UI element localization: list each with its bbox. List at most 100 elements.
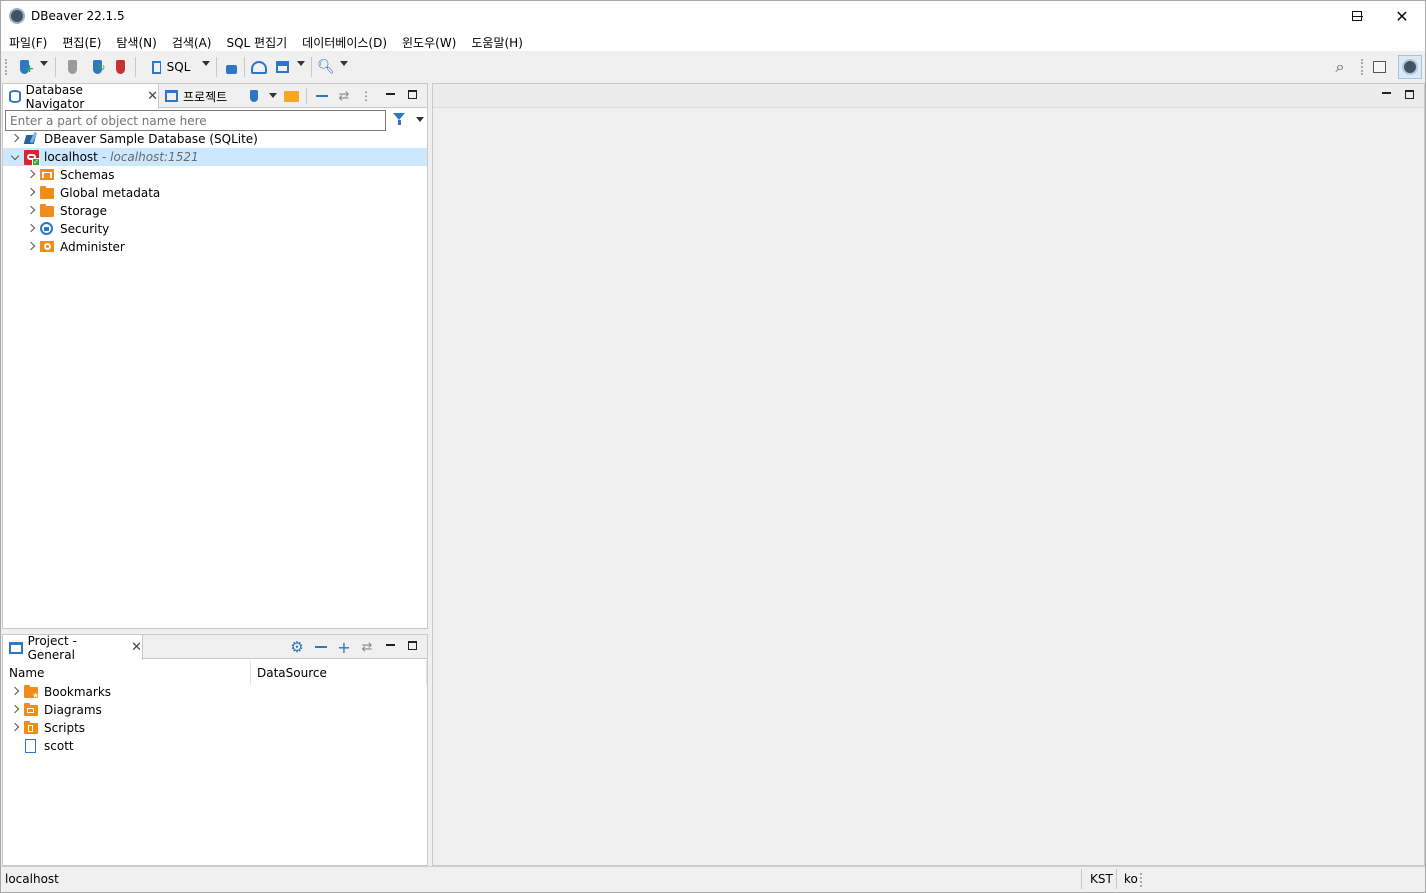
menu-bar: 파일(F) 편집(E) 탐색(N) 검색(A) SQL 편집기 데이터베이스(D… (1, 31, 1425, 51)
maximize-view-icon[interactable] (408, 90, 417, 99)
maximize-view-icon[interactable] (408, 641, 417, 650)
transaction-mode-button[interactable] (223, 58, 239, 76)
collapse-all-button[interactable] (314, 88, 330, 104)
reconnect-button[interactable]: ↻ (88, 58, 106, 76)
schema-compare-button[interactable] (274, 58, 290, 76)
navigator-tab-strip: Database Navigator ✕ 프로젝트 ⇄ ⋮ (3, 82, 427, 111)
project-settings-button[interactable]: ⚙ (289, 638, 305, 656)
diagrams-folder-icon (24, 703, 38, 716)
sql-dropdown-icon[interactable] (202, 61, 210, 66)
scripts-folder-icon (24, 721, 38, 734)
column-header-datasource[interactable]: DataSource (251, 661, 427, 685)
minimize-view-icon[interactable] (386, 93, 395, 95)
project-link-button[interactable]: ⇄ (359, 639, 375, 655)
tree-item-scott[interactable]: scott (3, 737, 427, 755)
view-menu-button[interactable]: ⋮ (360, 88, 372, 104)
project-collapse-button[interactable] (313, 639, 329, 655)
expand-chevron-icon[interactable] (12, 724, 20, 732)
open-perspective-button[interactable] (1370, 58, 1388, 76)
tree-item-scripts[interactable]: Scripts (3, 719, 427, 737)
sql-editor-button[interactable]: SQL (146, 58, 196, 76)
tab-database-navigator[interactable]: Database Navigator ✕ (3, 82, 159, 111)
new-connection-dropdown-icon[interactable] (40, 61, 48, 66)
tab-project-general[interactable]: Project - General ✕ (3, 634, 143, 662)
close-icon: ✕ (1395, 6, 1409, 26)
new-connection-button[interactable]: + (15, 58, 34, 76)
tree-item-security[interactable]: Security (3, 220, 427, 238)
tab-database-navigator-label: Database Navigator (25, 82, 85, 111)
filter-config-button[interactable] (393, 113, 407, 127)
tree-item-storage[interactable]: Storage (3, 202, 427, 220)
tree-item-sample-database[interactable]: DBeaver Sample Database (SQLite) (3, 130, 427, 148)
expand-chevron-icon[interactable] (28, 225, 36, 233)
filter-dropdown-icon[interactable] (416, 117, 424, 122)
tree-item-global-metadata[interactable]: Global metadata (3, 184, 427, 202)
menu-search[interactable]: 검색(A) (164, 31, 219, 51)
tab-projects[interactable]: 프로젝트 (165, 84, 227, 108)
expand-chevron-icon[interactable] (12, 135, 20, 143)
tab-projects-label: 프로젝트 (183, 89, 228, 104)
minimize-editor-icon[interactable] (1382, 92, 1391, 94)
project-expand-button[interactable]: + (336, 638, 352, 657)
menu-edit[interactable]: 편집(E) (54, 31, 108, 51)
title-bar: DBeaver 22.1.5 ✕ (1, 1, 1425, 31)
close-tab-icon[interactable]: ✕ (147, 89, 158, 104)
expand-chevron-icon[interactable] (12, 706, 20, 714)
dbeaver-perspective-button[interactable] (1398, 55, 1422, 79)
link-with-editor-button[interactable]: ⇄ (336, 88, 352, 104)
tree-item-diagrams[interactable]: Diagrams (3, 701, 427, 719)
tree-item-label: Global metadata (60, 186, 161, 200)
tree-item-label: scott (44, 739, 74, 753)
close-tab-icon[interactable]: ✕ (131, 640, 142, 655)
expand-chevron-icon[interactable] (28, 243, 36, 251)
connection-host-detail: - localhost:1521 (102, 150, 199, 164)
disconnect-button[interactable] (112, 58, 128, 76)
close-button[interactable]: ✕ (1379, 1, 1425, 31)
toolbar-grip (5, 59, 7, 75)
collapse-icon (316, 95, 328, 97)
status-bar: localhost KST ko (1, 866, 1425, 892)
object-filter-input[interactable] (5, 110, 386, 131)
main-toolbar: + ↻ SQL 🔍︎ ⌕ (1, 51, 1425, 83)
search-dropdown-icon[interactable] (340, 61, 348, 66)
link-icon: ⇄ (361, 639, 373, 655)
tree-item-schemas[interactable]: Schemas (3, 166, 427, 184)
compare-dropdown-icon[interactable] (297, 61, 305, 66)
navigator-new-dropdown-icon[interactable] (269, 93, 277, 98)
security-icon (40, 222, 53, 235)
database-navigator-panel: Database Navigator ✕ 프로젝트 ⇄ ⋮ Enter a pa… (2, 83, 428, 629)
maximize-button[interactable] (1334, 1, 1380, 31)
menu-navigate[interactable]: 탐색(N) (108, 31, 163, 51)
project-tab-strip: Project - General ✕ ⚙ + ⇄ (3, 634, 427, 662)
minimize-view-icon[interactable] (386, 644, 395, 646)
column-header-name[interactable]: Name (3, 661, 251, 685)
new-folder-button[interactable] (282, 88, 300, 104)
menu-help[interactable]: 도움말(H) (463, 31, 530, 51)
connect-button[interactable] (64, 58, 80, 76)
dbeaver-window: DBeaver 22.1.5 ✕ 파일(F) 편집(E) 탐색(N) 검색(A)… (0, 0, 1426, 893)
oracle-connection-icon: ✓ (24, 150, 40, 166)
status-locale[interactable]: ko (1124, 872, 1138, 886)
expand-chevron-icon[interactable] (28, 171, 36, 179)
search-toolbar-button[interactable]: 🔍︎ (317, 58, 335, 76)
new-connection-icon (250, 90, 258, 102)
toolbar-separator (244, 57, 245, 77)
menu-sql-editor[interactable]: SQL 편집기 (218, 31, 294, 51)
tree-item-bookmarks[interactable]: ★ Bookmarks (3, 683, 427, 701)
collapse-chevron-icon[interactable] (12, 155, 20, 163)
tree-item-localhost[interactable]: ✓ localhost - localhost:1521 (3, 148, 427, 166)
maximize-editor-icon[interactable] (1405, 90, 1414, 99)
dbeaver-logo-icon (9, 8, 25, 24)
menu-window[interactable]: 윈도우(W) (394, 31, 463, 51)
expand-chevron-icon[interactable] (28, 189, 36, 197)
menu-database[interactable]: 데이터베이스(D) (294, 31, 394, 51)
dashboard-button[interactable] (250, 58, 268, 76)
expand-chevron-icon[interactable] (12, 688, 20, 696)
menu-file[interactable]: 파일(F) (1, 31, 54, 51)
global-search-button[interactable]: ⌕ (1331, 57, 1349, 76)
tree-item-label: Scripts (44, 721, 86, 735)
expand-chevron-icon[interactable] (28, 207, 36, 215)
navigator-new-connection-button[interactable] (245, 88, 263, 104)
status-timezone[interactable]: KST (1090, 872, 1113, 886)
tree-item-administer[interactable]: Administer (3, 238, 427, 256)
